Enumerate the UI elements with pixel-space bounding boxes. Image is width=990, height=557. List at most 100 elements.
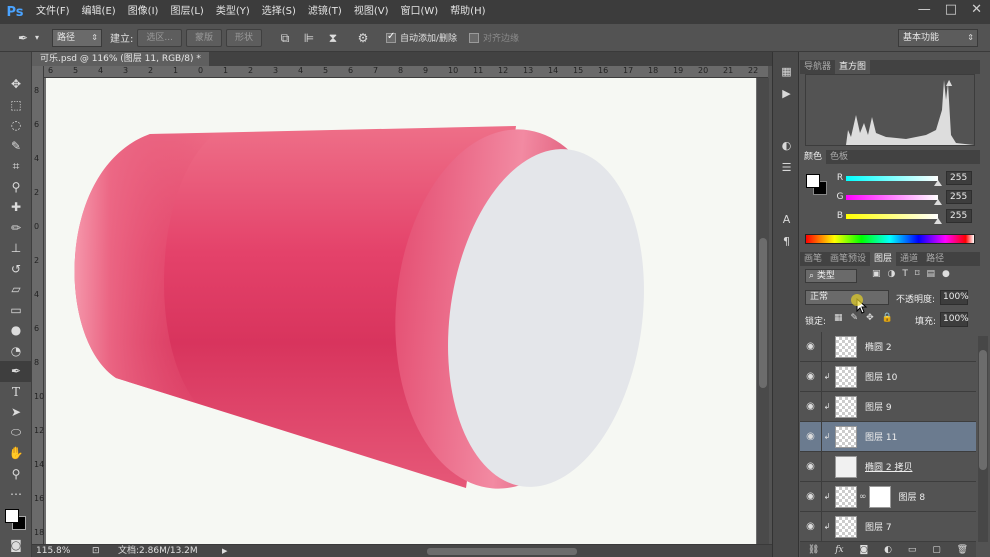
eye-icon[interactable]: ◉ [800, 332, 822, 362]
pen-tool-icon[interactable]: ✒ [0, 361, 32, 382]
zoom-tool-icon[interactable]: ⚲ [0, 464, 32, 485]
adjustment-filter-icon[interactable]: ◑ [888, 269, 896, 279]
tab-brush[interactable]: 画笔 [800, 252, 826, 266]
tab-channels[interactable]: 通道 [896, 252, 922, 266]
tab-color[interactable]: 颜色 [800, 150, 827, 164]
eraser-tool-icon[interactable]: ▱ [0, 279, 32, 300]
layers-scrollbar[interactable] [978, 336, 988, 542]
trash-icon[interactable]: 🗑 [957, 545, 968, 555]
make-mask-button[interactable]: 蒙版 [185, 28, 222, 47]
adjustment-layer-icon[interactable]: ◐ [884, 545, 892, 555]
layer-row[interactable]: ◉ ↲ 图层 7 [800, 511, 976, 542]
crop-tool-icon[interactable]: ⌗ [0, 156, 32, 177]
layers-scroll-thumb[interactable] [979, 350, 987, 470]
blur-tool-icon[interactable]: ● [0, 320, 32, 341]
link-layers-icon[interactable]: ⛓ [808, 545, 819, 555]
type-tool-icon[interactable]: T [0, 382, 32, 403]
color-swatches[interactable] [0, 505, 31, 535]
eye-icon[interactable]: ◉ [800, 421, 822, 452]
layer-row[interactable]: ◉ 椭圆 2 拷贝 [800, 451, 976, 482]
new-group-icon[interactable]: ▭ [908, 545, 917, 555]
tab-histogram[interactable]: 直方图 [835, 60, 871, 74]
shape-filter-icon[interactable]: ⌑ [915, 269, 920, 279]
auto-add-delete-checkbox[interactable] [386, 31, 396, 43]
add-mask-icon[interactable]: ◙ [860, 545, 869, 555]
menu-image[interactable]: 图像(I) [122, 0, 165, 24]
eye-icon[interactable]: ◉ [800, 391, 822, 422]
menu-filter[interactable]: 滤镜(T) [302, 0, 348, 24]
foreground-color-swatch[interactable] [5, 508, 19, 523]
marquee-tool-icon[interactable]: ⬚ [0, 95, 32, 116]
menu-type[interactable]: 类型(Y) [210, 0, 256, 24]
tab-paths[interactable]: 路径 [922, 252, 948, 266]
paragraph-panel-icon[interactable]: ¶ [773, 230, 800, 252]
tool-preset-dropdown-icon[interactable]: ▾ [32, 29, 42, 47]
document-tab[interactable]: 可乐.psd @ 116% (图层 11, RGB/8) * [32, 52, 209, 66]
blend-mode-select[interactable]: 正常 [805, 290, 889, 305]
layer-name[interactable]: 图层 10 [865, 370, 897, 383]
menu-window[interactable]: 窗口(W) [394, 0, 444, 24]
workspace-select[interactable]: 基本功能 [898, 29, 978, 47]
eye-icon[interactable]: ◉ [800, 481, 822, 512]
path-alignment-icon[interactable]: ⊫ [300, 29, 318, 47]
actions-panel-icon[interactable]: ▶ [773, 82, 800, 104]
menu-layer[interactable]: 图层(L) [164, 0, 209, 24]
path-operations-icon[interactable]: ⧉ [276, 29, 294, 47]
gradient-tool-icon[interactable]: ▭ [0, 300, 32, 321]
properties-panel-icon[interactable]: ☰ [773, 156, 800, 178]
fill-input[interactable]: 100% [940, 312, 969, 327]
tab-brush-presets[interactable]: 画笔预设 [826, 252, 870, 266]
layer-style-icon[interactable]: fx [835, 545, 843, 555]
lock-transparent-icon[interactable]: ▦ [834, 313, 843, 323]
history-panel-icon[interactable]: ▦ [773, 60, 800, 82]
filter-toggle-icon[interactable]: ● [942, 269, 950, 279]
eye-icon[interactable]: ◉ [800, 451, 822, 482]
layer-name[interactable]: 椭圆 2 拷贝 [865, 460, 912, 473]
lock-image-icon[interactable]: ✎ [851, 313, 859, 323]
lock-all-icon[interactable]: 🔒 [882, 313, 893, 323]
vertical-scroll-thumb[interactable] [759, 238, 767, 388]
history-brush-tool-icon[interactable]: ↺ [0, 259, 32, 280]
color-spectrum-bar[interactable] [805, 234, 975, 244]
quick-select-tool-icon[interactable]: ✎ [0, 136, 32, 157]
opacity-input[interactable]: 100% [940, 290, 969, 305]
gear-icon[interactable]: ⚙ [354, 29, 372, 47]
layer-name[interactable]: 图层 11 [865, 430, 897, 443]
minimize-button[interactable]: — [918, 2, 931, 17]
clone-stamp-tool-icon[interactable]: ⊥ [0, 238, 32, 259]
layer-row-selected[interactable]: ◉ ↲ 图层 11 [800, 421, 976, 452]
menu-select[interactable]: 选择(S) [256, 0, 302, 24]
status-menu-icon[interactable]: ⊡ [92, 545, 100, 557]
layer-row[interactable]: ◉ ↲ 图层 10 [800, 361, 976, 392]
lasso-tool-icon[interactable]: ◌ [0, 115, 32, 136]
pixel-filter-icon[interactable]: ▣ [872, 269, 881, 279]
layer-name[interactable]: 椭圆 2 [865, 340, 892, 353]
character-panel-icon[interactable]: A [773, 208, 800, 230]
dodge-tool-icon[interactable]: ◔ [0, 341, 32, 362]
layer-name[interactable]: 图层 9 [865, 400, 892, 413]
close-button[interactable]: ✕ [971, 2, 982, 17]
blue-value-input[interactable]: 255 [946, 209, 972, 223]
eye-icon[interactable]: ◉ [800, 361, 822, 392]
green-slider[interactable] [846, 194, 942, 205]
make-shape-button[interactable]: 形状 [225, 28, 262, 47]
status-arrow-icon[interactable]: ▶ [222, 545, 227, 557]
brush-tool-icon[interactable]: ✏ [0, 218, 32, 239]
type-filter-icon[interactable]: T [902, 269, 908, 279]
layer-name[interactable]: 图层 8 [899, 490, 926, 503]
red-value-input[interactable]: 255 [946, 171, 972, 185]
maximize-button[interactable]: □ [945, 2, 957, 17]
menu-edit[interactable]: 编辑(E) [76, 0, 122, 24]
new-layer-icon[interactable]: ▢ [932, 545, 941, 555]
vertical-scrollbar[interactable] [757, 78, 769, 544]
tab-layers[interactable]: 图层 [870, 252, 897, 266]
make-selection-button[interactable]: 选区... [137, 28, 182, 47]
pen-mode-select[interactable]: 路径 [52, 28, 102, 47]
blue-slider[interactable] [846, 213, 942, 224]
path-selection-tool-icon[interactable]: ➤ [0, 402, 32, 423]
menu-help[interactable]: 帮助(H) [444, 0, 491, 24]
smart-object-filter-icon[interactable]: ▤ [927, 269, 936, 279]
layer-row[interactable]: ◉ 椭圆 2 [800, 332, 976, 362]
adjustments-panel-icon[interactable]: ◐ [773, 134, 800, 156]
layer-row[interactable]: ◉ ↲ ∞ 图层 8 [800, 481, 976, 512]
